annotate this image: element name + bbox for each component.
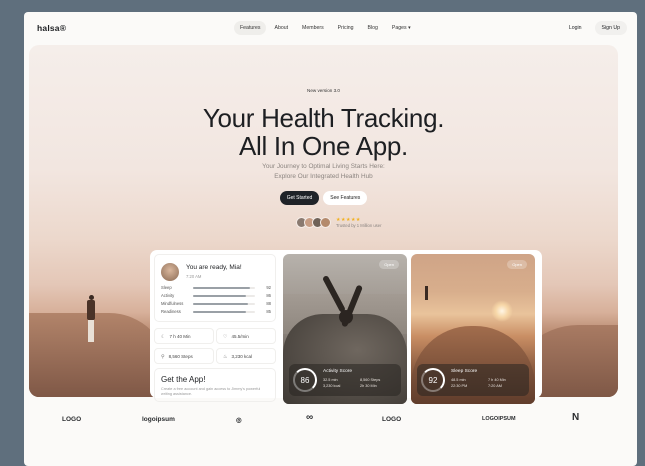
- partner-logo: LOGOIPSUM: [482, 416, 516, 422]
- nav-item-blog[interactable]: Blog: [362, 21, 384, 35]
- score-name: Activity Score: [323, 369, 353, 374]
- nav-item-members[interactable]: Members: [296, 21, 330, 35]
- stat-value: 86: [266, 293, 271, 298]
- trusted-text: Trusted by 1 Million user: [336, 223, 382, 228]
- brand-logo[interactable]: halsa®: [37, 23, 66, 33]
- flame-icon: ♨: [223, 354, 228, 360]
- score-name: Sleep Score: [451, 369, 478, 374]
- hero-subtitle-line2: Explore Our Integrated Health Hub: [274, 172, 373, 180]
- score-ring: 86: [293, 368, 317, 392]
- activity-card[interactable]: Open 86 Activity Score 32.5 min 8,560 St…: [283, 254, 407, 404]
- greeting: You are ready, Mia!: [186, 264, 242, 271]
- sleep-card[interactable]: Open 92 Sleep Score 48.5 min 7 h 40 Min …: [411, 254, 535, 404]
- partner-logo: LOGO: [382, 416, 402, 423]
- tile-value: 7 h 40 Min: [169, 334, 191, 339]
- score-value: 92: [428, 376, 438, 385]
- stat-value: 85: [266, 309, 271, 314]
- dune-left: [29, 313, 169, 397]
- score-details: 48.5 min 7 h 40 Min 22:30 PM 7:20 AM: [451, 378, 525, 388]
- stat-label: Sleep: [161, 285, 172, 290]
- card-tag[interactable]: Open: [507, 260, 527, 269]
- stat-activity: Activity 86: [161, 293, 271, 299]
- sleep-score-panel: 92 Sleep Score 48.5 min 7 h 40 Min 22:30…: [417, 364, 529, 396]
- hero-title: Your Health Tracking. All In One App.: [29, 104, 618, 160]
- stat-mindfulness: Mindfulness 88: [161, 301, 271, 307]
- yoga-figure-image: [321, 274, 364, 344]
- see-features-button[interactable]: See Features: [323, 191, 368, 205]
- partner-logo: logoipsum: [142, 416, 175, 423]
- partner-logo: ∞: [306, 412, 314, 423]
- heart-rate-tile: ♡ 45.5/min: [216, 328, 276, 344]
- get-app-text: Create a free account and gain access to…: [161, 387, 261, 396]
- auth-links: Login Sign Up: [562, 21, 627, 35]
- stat-bar: [193, 287, 251, 289]
- stat-sleep: Sleep 92: [161, 285, 271, 291]
- hero-subtitle: Your Journey to Optimal Living Starts He…: [29, 162, 618, 181]
- tile-value: 45.5/min: [231, 334, 249, 339]
- partner-logo: LOGO: [62, 416, 82, 423]
- stat-label: Mindfulness: [161, 301, 184, 306]
- steps-icon: ⚲: [161, 354, 165, 360]
- score-value: 86: [300, 376, 310, 385]
- score-details: 32.5 min 8,560 Steps 3,230 kcal 2h 30 Mi…: [323, 378, 397, 388]
- top-navigation: halsa® Features About Members Pricing Bl…: [24, 12, 637, 46]
- walker-image: [425, 286, 428, 300]
- get-app-title: Get the App!: [161, 375, 206, 384]
- hero-title-line1: Your Health Tracking.: [202, 103, 445, 133]
- sleep-duration-tile: ☾ 7 h 40 Min: [154, 328, 214, 344]
- partner-logos: LOGO logoipsum ◎ ∞ LOGO LOGOIPSUM N: [24, 410, 637, 434]
- dashboard-preview: You are ready, Mia! 7:20 AM Sleep 92 Act…: [150, 250, 542, 404]
- avatar: [161, 263, 179, 281]
- detail-value: 7:20 AM: [488, 384, 502, 388]
- get-app-card[interactable]: Get the App! Create a free account and g…: [154, 368, 276, 402]
- stat-bar: [193, 303, 248, 305]
- card-tag[interactable]: Open: [379, 260, 399, 269]
- main-menu: Features About Members Pricing Blog Page…: [234, 21, 417, 35]
- version-badge: New version 3.0: [307, 88, 340, 93]
- tile-value: 8,560 Steps: [168, 354, 193, 359]
- calories-tile: ♨ 3,230 kcal: [216, 348, 276, 364]
- summary-column: You are ready, Mia! 7:20 AM Sleep 92 Act…: [154, 254, 278, 404]
- profile-card: You are ready, Mia! 7:20 AM Sleep 92 Act…: [154, 254, 276, 322]
- partner-logo: ◎: [236, 417, 242, 424]
- score-ring: 92: [421, 368, 445, 392]
- signup-button[interactable]: Sign Up: [594, 21, 627, 35]
- stat-bar: [193, 295, 247, 297]
- hero-title-line2: All In One App.: [239, 131, 408, 161]
- stat-bar: [193, 311, 246, 313]
- hero-cta-group: Get Started See Features: [29, 191, 618, 205]
- detail-value: 22:30 PM: [451, 384, 468, 388]
- nav-item-features[interactable]: Features: [234, 21, 267, 35]
- stat-readiness: Readiness 85: [161, 309, 271, 315]
- nav-item-about[interactable]: About: [268, 21, 294, 35]
- nav-item-pricing[interactable]: Pricing: [332, 21, 360, 35]
- nav-item-pages-dropdown[interactable]: Pages ▾: [386, 21, 417, 35]
- hero-person-image: [87, 295, 95, 343]
- user-avatar: [320, 217, 331, 228]
- login-button[interactable]: Login: [562, 21, 589, 35]
- stat-label: Readiness: [161, 309, 181, 314]
- social-proof: ★★★★★ Trusted by 1 Million user: [296, 217, 381, 228]
- get-started-button[interactable]: Get Started: [279, 191, 320, 205]
- heart-icon: ♡: [223, 334, 228, 340]
- detail-value: 8,560 Steps: [360, 378, 381, 382]
- detail-value: 32.5 min: [323, 378, 338, 382]
- activity-score-panel: 86 Activity Score 32.5 min 8,560 Steps 3…: [289, 364, 401, 396]
- rating: ★★★★★ Trusted by 1 Million user: [336, 217, 381, 228]
- hero-subtitle-line1: Your Journey to Optimal Living Starts He…: [262, 163, 385, 170]
- landing-page: halsa® Features About Members Pricing Bl…: [24, 12, 637, 466]
- detail-value: 3,230 kcal: [323, 384, 341, 388]
- stat-value: 88: [266, 301, 271, 306]
- stat-label: Activity: [161, 293, 175, 298]
- moon-icon: ☾: [161, 334, 166, 340]
- partner-logo: N: [572, 412, 580, 423]
- steps-tile: ⚲ 8,560 Steps: [154, 348, 214, 364]
- detail-value: 48.5 min: [451, 378, 466, 382]
- detail-value: 2h 30 Min: [360, 384, 377, 388]
- stat-value: 92: [266, 285, 271, 290]
- time-label: 7:20 AM: [186, 274, 202, 279]
- tile-value: 3,230 kcal: [231, 354, 252, 359]
- detail-value: 7 h 40 Min: [488, 378, 506, 382]
- sun-image: [491, 300, 513, 322]
